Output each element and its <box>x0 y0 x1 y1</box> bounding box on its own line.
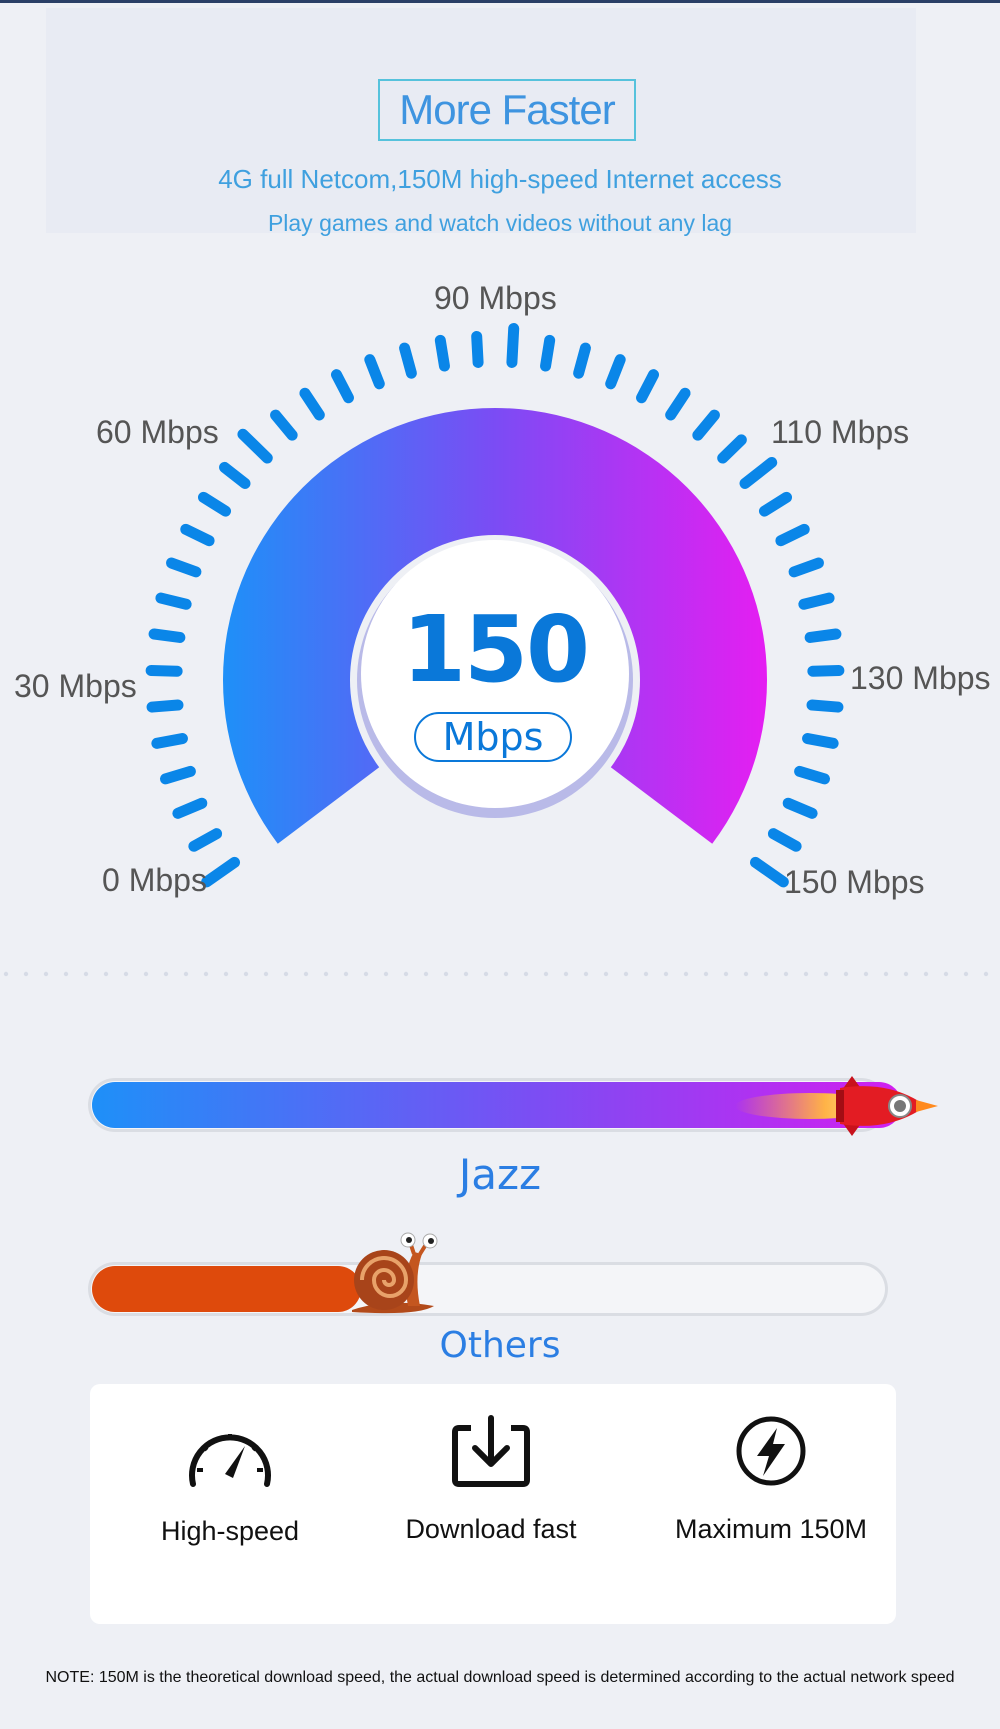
gauge-tick <box>237 428 273 464</box>
gauge-tick <box>399 342 417 379</box>
dotted-divider <box>3 971 989 977</box>
snail-icon <box>352 1232 438 1314</box>
others-speed-bar <box>88 1262 888 1316</box>
gauge-label-90: 90 Mbps <box>434 280 557 316</box>
gauge-tick <box>198 491 232 517</box>
gauge-tick <box>739 456 778 489</box>
gauge-label-130: 130 Mbps <box>850 660 991 696</box>
gauge-tick <box>270 409 298 441</box>
gauge-tick <box>172 797 208 819</box>
gauge-tick <box>434 334 450 372</box>
gauge-tick <box>665 387 691 421</box>
top-stripe <box>0 0 1000 3</box>
page-title: More Faster <box>399 86 615 133</box>
gauge-tick <box>330 369 354 404</box>
speedometer-icon <box>189 1434 271 1487</box>
gauge-tick <box>775 523 810 547</box>
jazz-label: Jazz <box>458 1150 542 1199</box>
gauge-tick <box>160 765 196 785</box>
gauge-tick <box>605 354 626 390</box>
gauge-tick <box>471 330 484 368</box>
gauge-tick <box>692 409 720 441</box>
gauge-tick <box>146 699 184 713</box>
speed-value: 150 <box>401 596 590 703</box>
gauge-tick <box>807 664 845 677</box>
gauge-tick <box>717 434 747 464</box>
gauge-tick <box>794 765 830 785</box>
gauge-label-110: 110 Mbps <box>771 414 910 450</box>
feature-label-maximum-150m: Maximum 150M <box>674 1514 868 1544</box>
gauge-tick <box>802 733 839 749</box>
feature-download-fast: Download fast <box>361 1414 621 1545</box>
gauge-label-30: 30 Mbps <box>14 668 137 704</box>
gauge-tick <box>188 828 223 852</box>
gauge-tick <box>636 369 660 404</box>
feature-label-high-speed: High-speed <box>160 1516 300 1546</box>
others-label: Others <box>439 1325 561 1366</box>
title-box: More Faster <box>378 79 636 141</box>
gauge-label-60: 60 Mbps <box>96 414 219 450</box>
feature-label-download-fast: Download fast <box>405 1514 577 1544</box>
gauge-tick <box>758 491 792 517</box>
others-speed-fill <box>92 1266 361 1312</box>
gauge-tick <box>155 592 192 610</box>
lightning-icon <box>736 1416 806 1486</box>
gauge-tick <box>180 523 215 547</box>
gauge-tick <box>540 334 556 372</box>
gauge-tick <box>201 856 241 888</box>
gauge-tick <box>299 387 325 421</box>
gauge-tick <box>804 628 842 643</box>
gauge-tick <box>145 664 183 677</box>
speed-unit-badge: Mbps <box>414 712 572 762</box>
gauge-tick <box>749 856 789 888</box>
features-card: High-speed Download fast Maximum 150M <box>90 1384 896 1624</box>
gauge-tick <box>798 592 835 610</box>
download-icon <box>452 1415 530 1487</box>
gauge-tick <box>364 354 385 390</box>
gauge-tick <box>788 557 825 578</box>
subtitle-secondary: Play games and watch videos without any … <box>267 210 733 236</box>
gauge-label-0: 0 Mbps <box>102 862 207 898</box>
feature-high-speed: High-speed <box>100 1420 360 1547</box>
gauge-tick <box>148 628 186 643</box>
gauge-tick <box>151 733 188 749</box>
gauge-tick <box>165 557 202 578</box>
subtitle-primary: 4G full Netcom,150M high-speed Internet … <box>218 164 782 194</box>
gauge-tick <box>767 828 802 852</box>
gauge-tick <box>806 699 844 713</box>
rocket-icon <box>735 1076 938 1136</box>
gauge-tick <box>219 461 251 489</box>
disclaimer-note: NOTE: 150M is the theoretical download s… <box>45 1669 955 1686</box>
speed-unit: Mbps <box>442 715 544 759</box>
gauge-tick <box>506 322 520 368</box>
gauge-tick <box>573 342 591 379</box>
feature-maximum-150m: Maximum 150M <box>641 1414 901 1545</box>
gauge-label-150: 150 Mbps <box>784 864 925 900</box>
speedometer-gauge <box>145 322 845 888</box>
gauge-tick <box>782 797 818 819</box>
